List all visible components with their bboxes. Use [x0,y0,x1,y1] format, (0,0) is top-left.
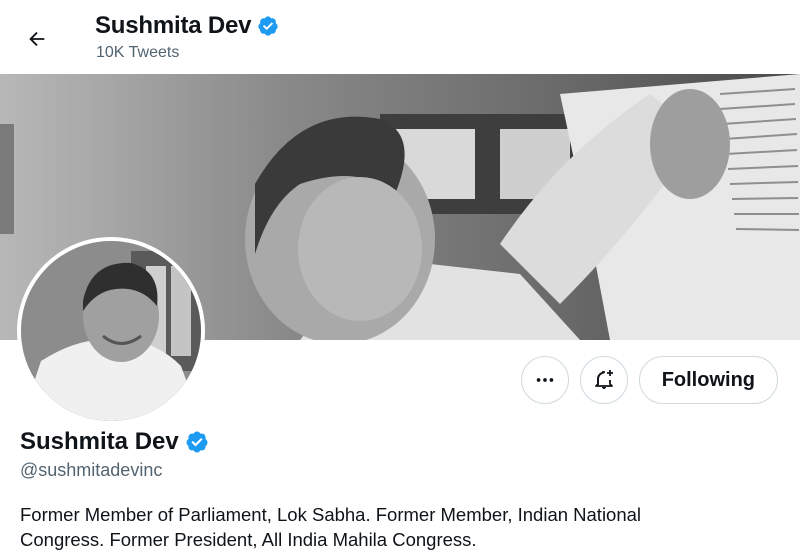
bio-line-2: Congress. Former President, All India Ma… [20,529,477,550]
arrow-left-icon [29,31,45,47]
notifications-button[interactable] [579,356,628,404]
profile-bio: Former Member of Parliament, Lok Sabha. … [20,502,760,552]
verified-badge-icon [258,16,278,36]
following-button[interactable]: Following [638,356,778,404]
verified-badge-icon [186,431,208,453]
profile-header: Sushmita Dev 10K Tweets [0,0,800,74]
bio-line-1: Former Member of Parliament, Lok Sabha. … [20,504,642,525]
profile-name: Sushmita Dev [20,428,179,455]
tweet-count: 10K Tweets [96,44,180,61]
profile-handle: @sushmitadevinc [20,460,163,480]
profile-avatar[interactable] [17,237,205,425]
more-button[interactable] [520,356,569,404]
profile-actions: Following [520,356,778,404]
profile-name-row: Sushmita Dev [20,428,209,456]
header-name: Sushmita Dev [95,12,252,39]
bell-plus-icon [594,370,613,389]
header-title: Sushmita Dev [95,12,279,40]
back-button[interactable] [18,20,56,58]
more-horizontal-icon [536,378,553,382]
